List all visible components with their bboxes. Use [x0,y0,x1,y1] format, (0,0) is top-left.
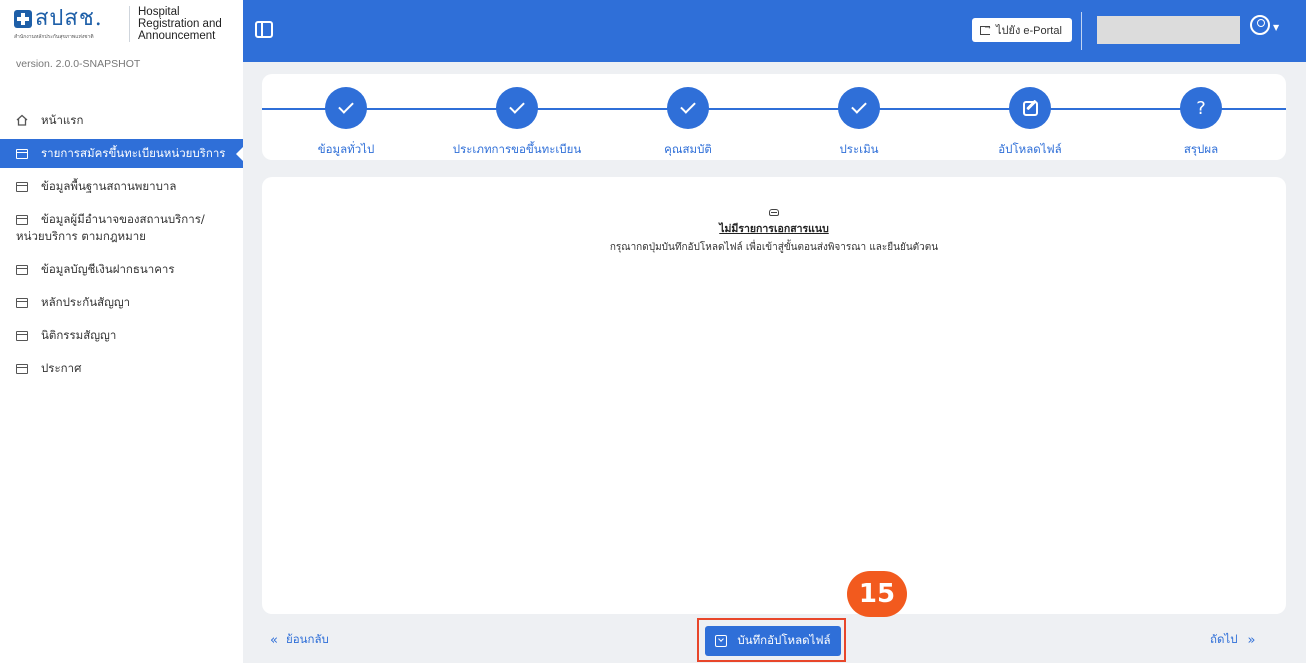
empty-state: ไม่มีรายการเอกสารแนบ กรุณากดปุ่มบันทึกอั… [262,209,1286,255]
list-icon [16,182,28,192]
list-icon [16,215,28,225]
step-qualification[interactable]: คุณสมบัติ [608,87,768,159]
e-portal-label: ไปยัง e-Portal [996,25,1062,37]
edit-icon [1022,100,1038,116]
sidebar-item-label: หน้าแรก [41,113,84,127]
step-evaluation[interactable]: ประเมิน [779,87,939,159]
step-summary[interactable]: ? สรุปผล [1121,87,1281,159]
app-title-line1: Hospital [138,6,180,18]
check-icon [851,98,867,114]
double-chevron-left-icon: « [270,632,278,648]
sidebar-item-label: ข้อมูลพื้นฐานสถานพยาบาล [41,179,177,193]
upload-content-panel: ไม่มีรายการเอกสารแนบ กรุณากดปุ่มบันทึกอั… [262,177,1286,614]
sidebar-item-authority-info[interactable]: ข้อมูลผู้มีอำนาจของสถานบริการ/หน่วยบริกา… [0,205,243,251]
sidebar-item-registration-list[interactable]: รายการสมัครขึ้นทะเบียนหน่วยบริการ [0,139,243,168]
sidebar-item-bank-account[interactable]: ข้อมูลบัญชีเงินฝากธนาคาร [0,255,243,284]
step-label: ข้อมูลทั่วไป [317,142,375,156]
sidebar: สปสช. สำนักงานหลักประกันสุขภาพแห่งชาติ H… [0,0,243,663]
sidebar-item-home[interactable]: หน้าแรก [0,106,243,135]
back-label: ย้อนกลับ [285,632,329,646]
step-registration-type[interactable]: ประเภทการขอขึ้นทะเบียน [437,87,597,159]
user-avatar-icon[interactable] [1250,15,1270,35]
sidebar-item-label: ข้อมูลผู้มีอำนาจของสถานบริการ/หน่วยบริกา… [16,212,205,243]
step-label: ประเมิน [839,142,879,156]
step-label: อัปโหลดไฟล์ [998,142,1062,156]
check-icon [680,98,696,114]
step-label: ประเภทการขอขึ้นทะเบียน [452,142,582,156]
annotation-step-badge: 15 [847,571,907,617]
sidebar-item-hospital-info[interactable]: ข้อมูลพื้นฐานสถานพยาบาล [0,172,243,201]
app-title: Hospital Registration and Announcement [138,6,222,42]
sign-out-icon [980,21,992,35]
next-label: ถัดไป [1210,632,1238,646]
list-icon [16,298,28,308]
back-button[interactable]: « ย้อนกลับ [270,631,329,649]
home-icon [16,114,28,126]
sidebar-item-label: ข้อมูลบัญชีเงินฝากธนาคาร [41,262,175,276]
step-current-circle [1009,87,1051,129]
double-chevron-right-icon: » [1247,632,1256,648]
step-done-circle [496,87,538,129]
sidebar-item-juristic-contract[interactable]: นิติกรรมสัญญา [0,321,243,350]
annotation-highlight-box [697,618,846,662]
list-icon [16,149,28,159]
e-portal-button[interactable]: ไปยัง e-Portal [972,18,1072,42]
step-label: คุณสมบัติ [664,142,712,156]
step-general-info[interactable]: ข้อมูลทั่วไป [266,87,426,159]
step-done-circle [325,87,367,129]
step-label: สรุปผล [1183,142,1219,156]
version-label: version. 2.0.0-SNAPSHOT [16,58,141,70]
app-title-line3: Announcement [138,30,216,42]
step-upload-file[interactable]: อัปโหลดไฟล์ [950,87,1110,159]
next-button[interactable]: ถัดไป » [1210,631,1255,649]
empty-state-description: กรุณากดปุ่มบันทึกอัปโหลดไฟล์ เพื่อเข้าสู… [609,242,939,253]
sidebar-item-label: ประกาศ [41,361,82,375]
user-name-redacted [1097,16,1240,44]
step-done-circle [667,87,709,129]
sidebar-menu: หน้าแรก รายการสมัครขึ้นทะเบียนหน่วยบริกา… [0,106,243,383]
sidebar-item-label: หลักประกันสัญญา [41,295,131,309]
list-icon [16,364,28,374]
app-title-line2: Registration and [138,18,222,30]
sidebar-item-label: รายการสมัครขึ้นทะเบียนหน่วยบริการ [41,146,226,160]
header-divider [1081,12,1082,50]
chevron-down-icon[interactable]: ▼ [1273,23,1279,32]
sidebar-item-announcement[interactable]: ประกาศ [0,354,243,383]
step-done-circle [838,87,880,129]
check-icon [509,98,525,114]
list-icon [16,331,28,341]
empty-state-title: ไม่มีรายการเอกสารแนบ [719,223,829,235]
sidebar-item-label: นิติกรรมสัญญา [41,328,117,342]
sidebar-toggle-icon[interactable] [255,21,273,38]
question-icon: ? [1196,97,1206,119]
step-pending-circle: ? [1180,87,1222,129]
check-icon [338,98,354,114]
inbox-icon [769,209,779,216]
progress-stepper: ข้อมูลทั่วไป ประเภทการขอขึ้นทะเบียน คุณส… [262,74,1286,160]
list-icon [16,265,28,275]
top-header: ไปยัง e-Portal ▼ [243,0,1306,62]
sidebar-item-contract-guarantee[interactable]: หลักประกันสัญญา [0,288,243,317]
cross-logo-icon [14,10,32,28]
